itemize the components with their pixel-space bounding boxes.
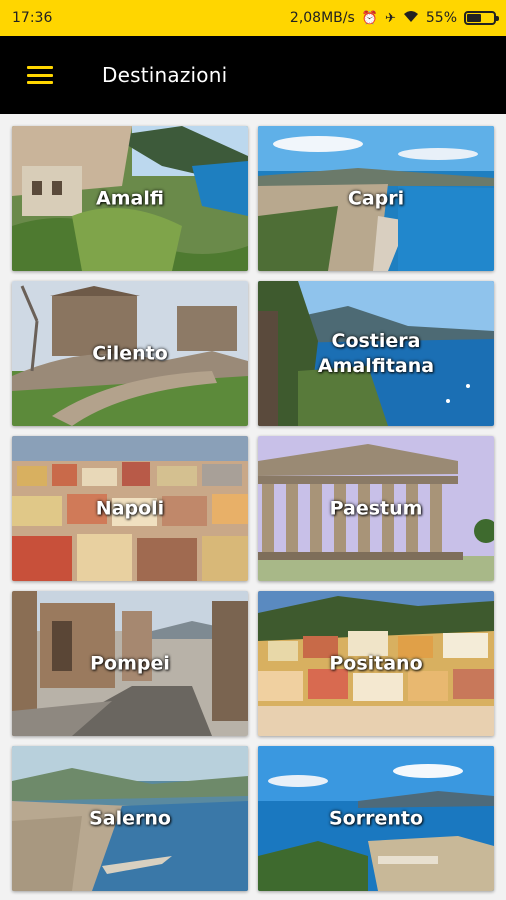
- menu-button[interactable]: [0, 36, 80, 114]
- airplane-icon: ✈: [384, 10, 396, 26]
- destination-label: Amalfi: [96, 187, 164, 209]
- destination-tile-positano[interactable]: Positano: [258, 591, 494, 736]
- destination-tile-costiera-amalfitana[interactable]: Costiera Amalfitana: [258, 281, 494, 426]
- destination-label: Napoli: [95, 497, 165, 519]
- destination-grid: Amalfi Capri Cilento Costiera Amalfitana…: [12, 126, 494, 891]
- battery-icon: [464, 11, 499, 25]
- destination-label: Costiera Amalfitana: [317, 329, 435, 377]
- status-indicators: 2,08MB/s ⏰ ✈ 55%: [289, 10, 499, 26]
- battery-percent: 55%: [425, 10, 457, 26]
- destination-tile-pompei[interactable]: Pompei: [12, 591, 248, 736]
- destination-tile-sorrento[interactable]: Sorrento: [258, 746, 494, 891]
- destination-tile-paestum[interactable]: Paestum: [258, 436, 494, 581]
- status-bar: 17:36 2,08MB/s ⏰ ✈ 55%: [0, 0, 506, 36]
- destination-label: Positano: [329, 652, 423, 674]
- wifi-icon: [403, 10, 419, 26]
- destination-label: Pompei: [90, 652, 170, 674]
- destination-tile-salerno[interactable]: Salerno: [12, 746, 248, 891]
- status-time: 17:36: [12, 10, 53, 26]
- destination-tile-napoli[interactable]: Napoli: [12, 436, 248, 581]
- alarm-icon: ⏰: [361, 10, 378, 26]
- destination-label: Salerno: [89, 807, 171, 829]
- page-title: Destinazioni: [102, 63, 228, 87]
- destination-tile-capri[interactable]: Capri: [258, 126, 494, 271]
- app-bar: Destinazioni: [0, 36, 506, 114]
- destination-tile-cilento[interactable]: Cilento: [12, 281, 248, 426]
- network-speed: 2,08MB/s: [289, 10, 355, 26]
- destination-tile-amalfi[interactable]: Amalfi: [12, 126, 248, 271]
- destination-label: Sorrento: [328, 807, 424, 829]
- destination-label: Capri: [347, 187, 405, 209]
- destination-label: Cilento: [92, 342, 168, 364]
- hamburger-menu-icon: [27, 66, 53, 84]
- destination-label: Paestum: [329, 497, 423, 519]
